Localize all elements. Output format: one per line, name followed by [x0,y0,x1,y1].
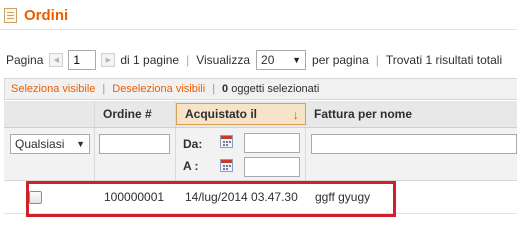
sort-arrow-down-icon: ↓ [292,107,300,122]
column-header-massaction [4,101,95,127]
date-to-label: A : [183,159,199,173]
massaction-filter-value: Qualsiasi [15,137,65,151]
header-divider [0,29,517,30]
per-page-label: per pagina [312,53,369,67]
date-to-input[interactable] [244,157,300,177]
column-header-purchased-on[interactable]: Acquistato il ↓ [176,103,306,125]
pager-separator: | [186,53,190,67]
bill-to-name-filter-input[interactable] [311,134,517,154]
selected-count-text: 0 oggetti selezionati [222,83,319,95]
massaction-separator: | [212,83,216,95]
grid-filters: Qualsiasi ▼ Da: A : [4,128,517,181]
deselect-visible-link[interactable]: Deseleziona visibili [112,83,205,95]
pager: Pagina ◀ ▶ di 1 pagine | Visualizza 20 ▼… [6,50,502,70]
page-title: Ordini [24,6,69,24]
date-from-label: Da: [183,137,203,151]
pager-separator: | [375,53,379,67]
massaction-filter-select[interactable]: Qualsiasi ▼ [10,134,90,154]
filter-purchased-on: Da: A : [176,128,306,180]
chevron-down-icon: ▼ [292,55,302,65]
calendar-icon[interactable] [220,135,233,148]
page-header: Ordini [4,4,68,26]
massaction-bar: Seleziona visibile | Deseleziona visibil… [4,78,517,100]
orders-icon [4,7,17,23]
per-page-select[interactable]: 20 ▼ [256,50,307,70]
chevron-down-icon: ▼ [76,139,85,149]
page-input[interactable] [68,50,97,70]
prev-page-icon[interactable]: ◀ [49,53,64,67]
column-header-bill-to-name[interactable]: Fattura per nome [306,101,517,127]
found-results-text: Trovati 1 risultati totali [385,53,503,67]
grid-headings: Ordine # Acquistato il ↓ Fattura per nom… [4,101,517,128]
next-page-icon[interactable]: ▶ [101,53,116,67]
highlight-annotation [26,181,396,217]
order-number-filter-input[interactable] [99,134,170,154]
filter-order-number [95,128,176,180]
filter-massaction: Qualsiasi ▼ [4,128,95,180]
massaction-separator: | [102,83,106,95]
select-visible-link[interactable]: Seleziona visibile [11,83,95,95]
view-label: Visualizza [196,53,251,67]
calendar-icon[interactable] [220,159,233,172]
per-page-value: 20 [261,53,275,67]
of-pages-text: di 1 pagine [120,53,180,67]
selected-label: oggetti selezionati [231,83,320,95]
filter-bill-to-name [306,128,517,180]
column-header-order-number[interactable]: Ordine # [95,101,176,127]
column-header-purchased-on-label: Acquistato il [185,107,258,121]
date-from-input[interactable] [244,133,300,153]
selected-count: 0 [222,83,229,95]
page-label: Pagina [6,53,44,67]
